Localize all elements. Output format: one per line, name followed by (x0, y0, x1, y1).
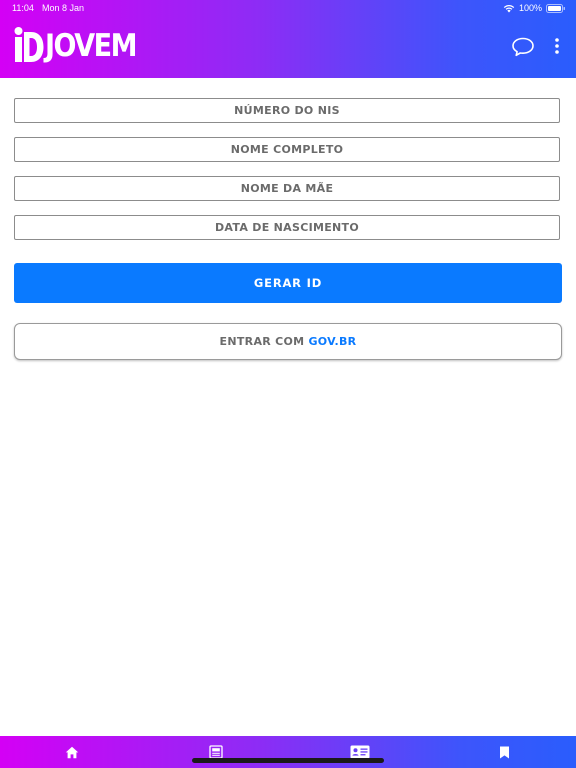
bottom-tab-bar (0, 736, 576, 768)
logo-id-mark (14, 27, 44, 62)
chat-bubble-icon (512, 37, 534, 57)
tab-news[interactable] (196, 736, 236, 768)
home-icon (65, 746, 79, 758)
id-card-icon (350, 745, 370, 759)
mother-name-field (14, 176, 560, 201)
battery-icon (546, 3, 566, 13)
more-vertical-icon (555, 38, 559, 54)
status-bar: 11:04 Mon 8 Jan 100% (0, 0, 576, 16)
battery-percent: 100% (518, 3, 542, 13)
tab-bookmark[interactable] (484, 736, 524, 768)
govbr-login-button[interactable]: ENTRAR COM GOV.BR (14, 323, 562, 360)
app-logo: JOVEM (14, 26, 137, 65)
home-indicator (192, 758, 384, 763)
full-name-field (14, 137, 560, 162)
screen: 11:04 Mon 8 Jan 100% JOVEM NÚMERO DO NIS… (0, 0, 576, 768)
mother-name-input[interactable] (15, 177, 559, 200)
tab-home[interactable] (52, 736, 92, 768)
logo-text: JOVEM (45, 28, 137, 65)
nis-input[interactable] (15, 99, 559, 122)
birth-date-input[interactable] (15, 216, 559, 239)
more-options-button[interactable] (551, 37, 563, 55)
full-name-input[interactable] (15, 138, 559, 161)
app-header: 11:04 Mon 8 Jan 100% JOVEM (0, 0, 576, 78)
news-icon (209, 745, 223, 759)
nis-field (14, 98, 560, 123)
govbr-login-prefix: ENTRAR COM (219, 335, 305, 348)
status-right: 100% (503, 3, 566, 13)
govbr-brand-label: GOV.BR (308, 335, 357, 348)
chat-button[interactable] (511, 36, 535, 58)
birth-date-field (14, 215, 560, 240)
generate-id-button[interactable]: GERAR ID (14, 263, 562, 303)
status-time: 11:04 (12, 3, 34, 13)
status-date: Mon 8 Jan (42, 3, 85, 13)
wifi-icon (503, 4, 515, 13)
tab-id-card[interactable] (340, 736, 380, 768)
bookmark-icon (499, 746, 509, 758)
